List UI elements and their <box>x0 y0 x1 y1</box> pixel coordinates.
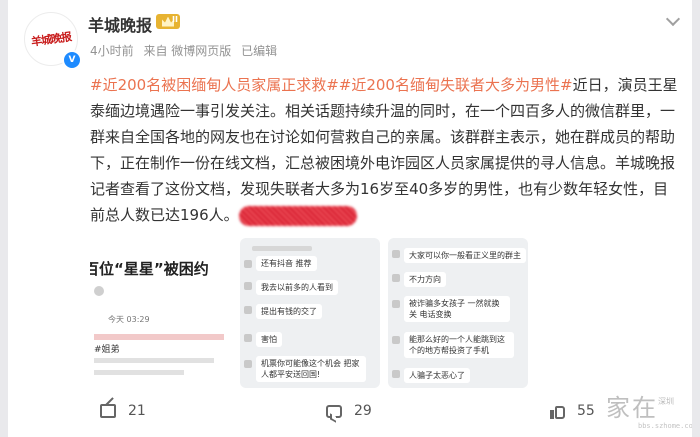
level-badge-icon[interactable]: II <box>156 14 180 29</box>
avatar <box>392 274 400 282</box>
account-name[interactable]: 羊城晚报 <box>88 12 152 36</box>
watermark-url: bbs.szhome.com <box>638 422 692 430</box>
thumb-tag: #姐弟 <box>94 345 120 355</box>
avatar <box>392 300 400 308</box>
avatar <box>244 360 252 368</box>
comment-count: 29 <box>354 403 372 419</box>
comment-button[interactable]: 29 <box>326 396 372 426</box>
avatar <box>392 250 400 258</box>
thumb-date: 今天 03:29 <box>108 315 150 324</box>
chat-bubble: 被诈骗多女孩子 一然就换关 电话变换 <box>404 296 510 322</box>
chat-bubble: 能那么好的一个人能跳到这个的地方帮投资了手机 <box>404 332 514 358</box>
watermark: 家在 <box>606 394 658 422</box>
chat-bubble: 害怕 <box>256 332 282 347</box>
topic-link[interactable]: #近200名被困缅甸人员家属正求救# <box>90 76 339 94</box>
thumb-line <box>94 370 184 375</box>
like-count: 55 <box>577 403 595 419</box>
verified-icon: V <box>62 50 82 70</box>
chat-bubble: 不力方向 <box>404 272 446 287</box>
thumb-headline: 百位“星星”被困约 <box>90 260 209 278</box>
avatar <box>94 286 104 296</box>
chat-bubble: 机票你可能像这个机会 把家人都平安送回国! <box>256 356 366 382</box>
image-thumbnail[interactable]: 大家可以你一般看正义里的群主 不力方向 被诈骗多女孩子 一然就换关 电话变换 能… <box>388 238 528 388</box>
thumb-line <box>252 246 312 251</box>
post-text: #近200名被困缅甸人员家属正求救##近200名缅甸失联者大多为男性#近日，演员… <box>90 72 680 228</box>
watermark-tag: 深圳 <box>658 397 674 406</box>
post-time[interactable]: 4小时前 <box>90 44 134 58</box>
avatar <box>244 334 252 342</box>
post-source: 来自 微博网页版 <box>143 44 232 58</box>
avatar <box>392 370 400 378</box>
chat-bubble: 大家可以你一般看正义里的群主 <box>404 248 526 263</box>
post-meta: 4小时前 来自 微博网页版 已编辑 <box>90 42 283 59</box>
avatar <box>392 336 400 344</box>
comment-icon <box>326 404 342 418</box>
level-badge-text: II <box>172 15 178 24</box>
chat-bubble: 人骗子太恶心了 <box>404 368 470 383</box>
image-grid: 百位“星星”被困约 今天 03:29 #姐弟 还有抖音 推荐 我去以前多的人看到… <box>90 238 640 388</box>
edited-label[interactable]: 已编辑 <box>241 44 277 58</box>
topic-link[interactable]: #近200名缅甸失联者大多为男性# <box>339 76 573 94</box>
thumb-redaction <box>94 334 224 340</box>
post-body: 近日，演员王星泰缅边境遇险一事引发关注。相关话题持续升温的同时，在一个四百多人的… <box>90 76 678 224</box>
weibo-post-card: 羊城晚报 V 羊城晚报 II 4小时前 来自 微博网页版 已编辑 #近200名被… <box>8 0 692 437</box>
share-icon <box>100 404 116 418</box>
action-bar: 21 29 55 <box>8 396 692 426</box>
chat-bubble: 提出有钱的交了 <box>256 304 322 319</box>
thumbs-up-icon <box>550 404 565 419</box>
redaction-scribble <box>238 205 357 226</box>
share-count: 21 <box>128 403 146 419</box>
image-thumbnail[interactable]: 百位“星星”被困约 今天 03:29 #姐弟 <box>90 238 234 388</box>
thumb-line <box>94 358 214 363</box>
share-button[interactable]: 21 <box>100 396 146 426</box>
chat-bubble: 我去以前多的人看到 <box>256 280 338 295</box>
avatar <box>244 306 252 314</box>
chevron-down-icon[interactable] <box>664 14 682 26</box>
like-button[interactable]: 55 <box>550 396 595 426</box>
image-thumbnail[interactable]: 还有抖音 推荐 我去以前多的人看到 提出有钱的交了 害怕 机票你可能像这个机会 … <box>240 238 380 388</box>
avatar <box>244 260 252 268</box>
chat-bubble: 还有抖音 推荐 <box>256 256 317 271</box>
avatar <box>244 282 252 290</box>
